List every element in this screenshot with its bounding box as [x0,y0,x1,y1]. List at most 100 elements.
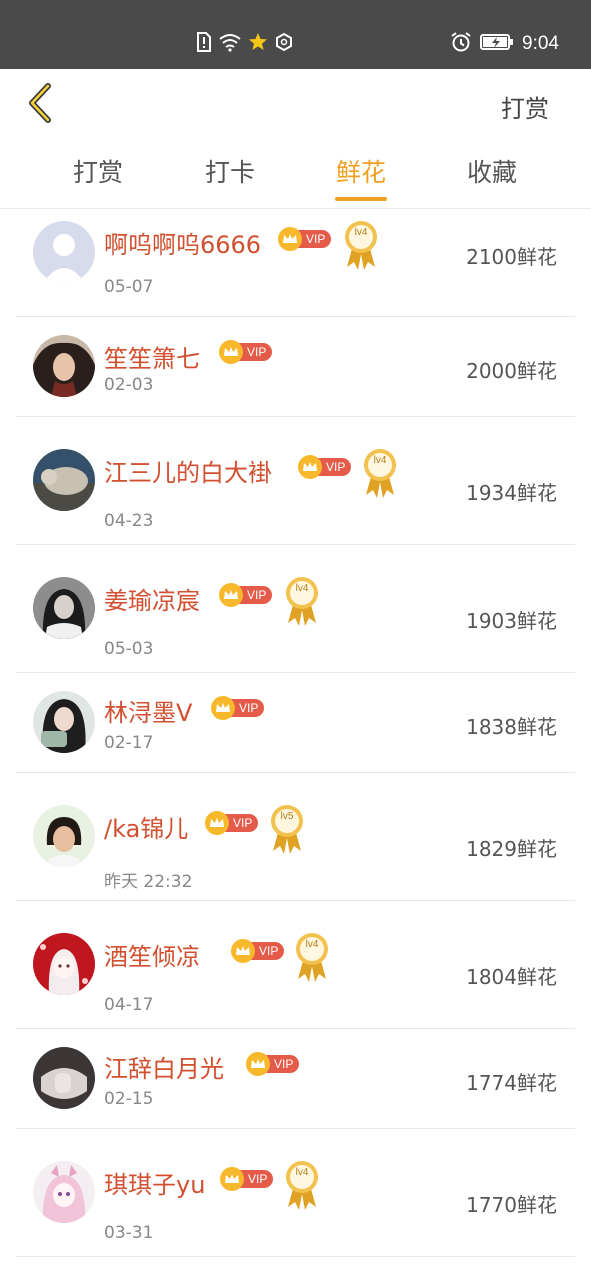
avatar[interactable] [33,335,95,397]
avatar[interactable] [33,691,95,753]
user-name: 江辞白月光 [104,1055,224,1083]
level-medal: lv4 [282,575,322,627]
avatar[interactable] [33,221,95,283]
vip-badge: VIP [278,227,332,251]
tab-label: 打卡 [204,158,255,187]
medal-level: lv4 [354,227,368,238]
vip-badge: VIP [219,340,273,364]
chevron-left-icon [26,83,54,127]
status-icons-right: 9:04 [450,30,559,58]
avatar[interactable] [33,933,95,995]
date: 04-23 [104,511,154,531]
hexagon-icon [274,32,294,56]
user-name: 酒笙倾凉 [104,943,200,971]
tab-label: 鲜花 [335,158,386,187]
user-name: 江三儿的白大褂 [104,459,272,487]
status-time: 9:04 [522,33,559,54]
vip-badge: VIP [220,1167,274,1191]
list-item[interactable]: 江三儿的白大褂 VIP lv4 04-23 1934鲜花 [16,417,575,545]
tab-checkin[interactable]: 打卡 [175,153,285,205]
star-badge-icon [248,32,268,56]
crown-icon [298,455,322,479]
flower-amount: 1903鲜花 [466,609,557,633]
crown-icon [246,1052,270,1076]
crown-icon [211,696,235,720]
vip-badge: VIP [205,811,259,835]
level-medal: lv4 [282,1159,322,1211]
header-reward-button[interactable]: 打赏 [501,89,549,124]
date: 02-15 [104,1089,154,1109]
list-item[interactable]: 酒笙倾凉 VIP lv4 04-17 1804鲜花 [16,901,575,1029]
flower-amount: 1774鲜花 [466,1071,557,1095]
crown-icon [205,811,229,835]
crown-icon [231,939,255,963]
list-item[interactable]: /ka锦儿 VIP lv5 昨天 22:32 1829鲜花 [16,773,575,901]
user-name: 姜瑜凉宸 [104,587,200,615]
level-medal: lv4 [341,219,381,271]
date: 昨天 22:32 [104,872,193,892]
header: 打赏 打赏 打卡 鲜花 收藏 [0,69,591,209]
level-medal: lv5 [267,803,307,855]
flower-amount: 1829鲜花 [466,837,557,861]
avatar[interactable] [33,1047,95,1109]
medal-level: lv4 [305,939,319,950]
level-medal: lv4 [360,447,400,499]
date: 02-03 [104,375,154,395]
sim-alert-icon [196,32,212,56]
date: 03-31 [104,1223,154,1243]
avatar[interactable] [33,805,95,867]
user-name: 笙笙箫七 [104,345,200,373]
date: 05-03 [104,639,154,659]
tab-label: 收藏 [466,158,517,187]
user-name: 琪琪子yu [104,1171,206,1199]
wifi-icon [218,32,242,56]
status-icons-center [196,32,294,56]
date: 05-07 [104,277,154,297]
user-name: 啊呜啊呜6666 [104,231,262,259]
vip-badge: VIP [298,455,352,479]
flower-ranking-list: 啊呜啊呜6666 VIP lv4 05-07 2100鲜花 笙笙箫七 VIP 0… [16,209,575,1257]
medal-level: lv4 [295,583,309,594]
avatar[interactable] [33,1161,95,1223]
list-item[interactable]: 啊呜啊呜6666 VIP lv4 05-07 2100鲜花 [16,209,575,317]
vip-badge: VIP [246,1052,300,1076]
alarm-icon [450,31,472,57]
back-button[interactable] [20,83,60,127]
status-bar: 9:04 [0,0,591,69]
crown-icon [219,583,243,607]
list-item[interactable]: 江辞白月光 VIP 02-15 1774鲜花 [16,1029,575,1129]
flower-amount: 1770鲜花 [466,1193,557,1217]
tab-active-indicator [335,197,387,201]
medal-level: lv5 [280,811,294,822]
list-item[interactable]: 姜瑜凉宸 VIP lv4 05-03 1903鲜花 [16,545,575,673]
user-name: /ka锦儿 [104,815,189,843]
level-medal: lv4 [292,931,332,983]
flower-amount: 2100鲜花 [466,245,557,269]
medal-level: lv4 [295,1167,309,1178]
tab-label: 打赏 [72,158,123,187]
crown-icon [219,340,243,364]
flower-amount: 1934鲜花 [466,481,557,505]
list-item[interactable]: 林浔墨V VIP 02-17 1838鲜花 [16,673,575,773]
medal-level: lv4 [373,455,387,466]
date: 02-17 [104,733,154,753]
user-name: 林浔墨V [104,699,193,727]
avatar[interactable] [33,577,95,639]
tab-reward[interactable]: 打赏 [43,153,153,205]
tab-favorites[interactable]: 收藏 [437,153,547,205]
vip-badge: VIP [211,696,265,720]
flower-amount: 1838鲜花 [466,715,557,739]
flower-amount: 2000鲜花 [466,359,557,383]
date: 04-17 [104,995,154,1015]
tab-bar: 打赏 打卡 鲜花 收藏 [0,149,591,209]
vip-badge: VIP [231,939,285,963]
flower-amount: 1804鲜花 [466,965,557,989]
avatar[interactable] [33,449,95,511]
tab-flowers[interactable]: 鲜花 [306,153,416,205]
crown-icon [278,227,302,251]
vip-badge: VIP [219,583,273,607]
list-item[interactable]: 琪琪子yu VIP lv4 03-31 1770鲜花 [16,1129,575,1257]
crown-icon [220,1167,244,1191]
battery-charging-icon [480,33,514,55]
list-item[interactable]: 笙笙箫七 VIP 02-03 2000鲜花 [16,317,575,417]
